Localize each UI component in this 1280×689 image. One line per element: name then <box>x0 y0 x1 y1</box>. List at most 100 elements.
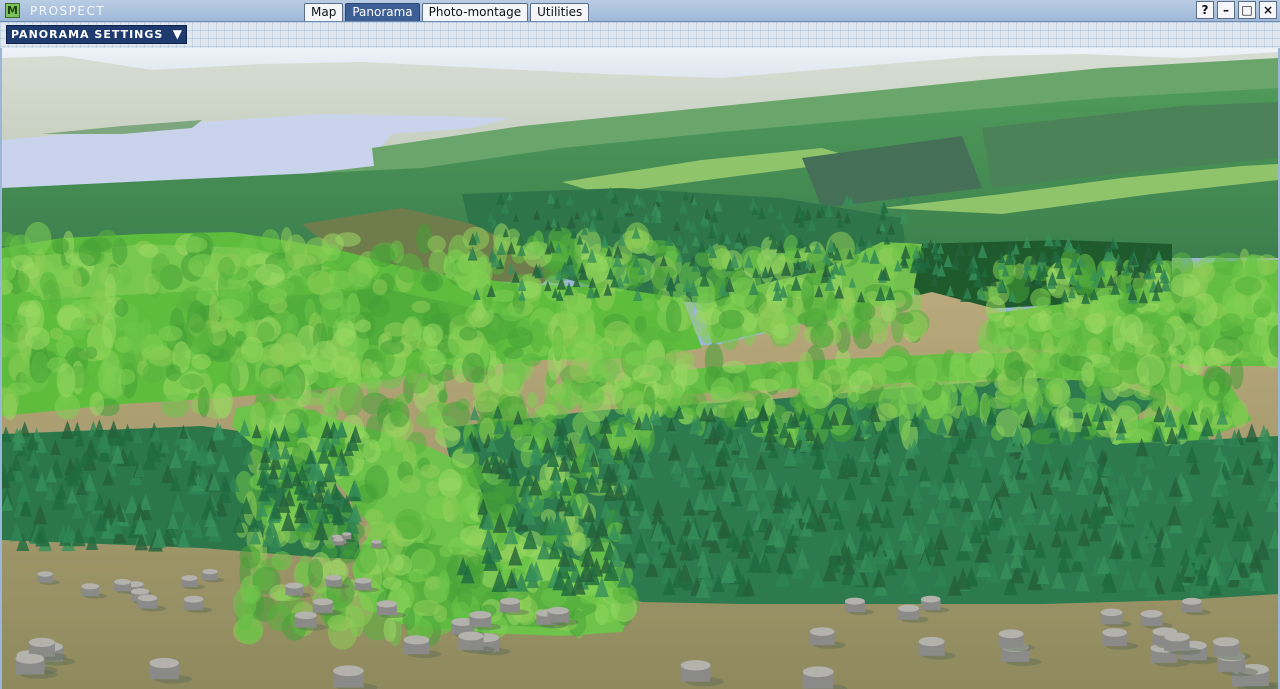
broadleaf-canopy <box>632 364 662 385</box>
broadleaf-canopy <box>1084 313 1107 334</box>
broadleaf-canopy <box>78 239 102 266</box>
broadleaf-canopy <box>441 401 471 429</box>
broadleaf-canopy <box>158 325 183 342</box>
broadleaf-canopy <box>357 375 382 390</box>
broadleaf-canopy <box>665 300 682 333</box>
broadleaf-canopy <box>1032 351 1056 374</box>
broadleaf-canopy <box>160 394 190 418</box>
broadleaf-canopy <box>848 370 873 394</box>
broadleaf-canopy <box>1059 354 1072 367</box>
broadleaf-canopy <box>552 330 564 357</box>
broadleaf-canopy <box>842 286 855 310</box>
panorama-viewport[interactable] <box>2 48 1278 689</box>
broadleaf-canopy <box>215 298 244 319</box>
broadleaf-canopy <box>526 391 538 409</box>
tab-map[interactable]: Map <box>304 3 344 21</box>
broadleaf-canopy <box>339 382 364 417</box>
broadleaf-canopy <box>405 359 431 394</box>
broadleaf-canopy <box>426 480 440 497</box>
panorama-scene <box>2 48 1278 689</box>
broadleaf-canopy <box>624 350 652 367</box>
tab-utilities[interactable]: Utilities <box>530 3 590 21</box>
broadleaf-canopy <box>962 360 984 383</box>
broadleaf-canopy <box>411 300 431 313</box>
broadleaf-canopy <box>1190 345 1205 376</box>
broadleaf-canopy <box>393 555 404 571</box>
broadleaf-canopy <box>365 509 384 525</box>
broadleaf-canopy <box>1177 297 1205 315</box>
broadleaf-canopy <box>126 334 149 351</box>
broadleaf-canopy <box>410 548 436 575</box>
broadleaf-canopy <box>438 569 450 600</box>
broadleaf-canopy <box>284 413 300 434</box>
broadleaf-canopy <box>435 418 446 441</box>
broadleaf-canopy <box>319 243 341 262</box>
broadleaf-canopy <box>1136 353 1165 387</box>
title-bar: M PROSPECT Map Panorama Photo-montage Ut… <box>0 0 1280 22</box>
broadleaf-canopy <box>383 617 397 643</box>
broadleaf-canopy <box>772 371 793 393</box>
broadleaf-canopy <box>1188 388 1207 401</box>
broadleaf-canopy <box>468 309 490 328</box>
broadleaf-canopy <box>7 382 31 396</box>
broadleaf-canopy <box>439 545 453 558</box>
broadleaf-canopy <box>797 351 814 388</box>
broadleaf-canopy <box>459 327 478 341</box>
broadleaf-canopy <box>442 493 459 523</box>
broadleaf-canopy <box>1204 347 1224 368</box>
broadleaf-canopy <box>89 391 105 416</box>
broadleaf-canopy <box>25 326 50 350</box>
broadleaf-canopy <box>54 393 80 420</box>
broadleaf-canopy <box>391 397 405 420</box>
broadleaf-canopy <box>801 275 815 311</box>
broadleaf-canopy <box>1249 328 1272 358</box>
close-button[interactable]: × <box>1259 1 1277 19</box>
broadleaf-canopy <box>327 614 352 632</box>
broadleaf-canopy <box>376 345 395 374</box>
broadleaf-canopy <box>1223 392 1238 414</box>
broadleaf-canopy <box>1234 276 1262 296</box>
broadleaf-canopy <box>1112 315 1126 352</box>
broadleaf-canopy <box>521 353 542 367</box>
broadleaf-canopy <box>335 232 361 247</box>
broadleaf-canopy <box>573 332 604 348</box>
broadleaf-canopy <box>880 300 897 322</box>
broadleaf-canopy <box>165 364 182 382</box>
broadleaf-canopy <box>1256 254 1278 275</box>
minimize-button[interactable]: – <box>1217 1 1235 19</box>
broadleaf-canopy <box>437 389 448 403</box>
broadleaf-canopy <box>198 386 210 418</box>
broadleaf-canopy <box>372 279 388 296</box>
broadleaf-canopy <box>423 274 440 292</box>
broadleaf-canopy <box>387 528 404 557</box>
broadleaf-canopy <box>102 312 117 348</box>
panorama-settings-dropdown[interactable]: PANORAMA SETTINGS ▼ <box>6 25 187 44</box>
broadleaf-canopy <box>471 366 486 384</box>
tab-panorama[interactable]: Panorama <box>345 3 420 21</box>
broadleaf-canopy <box>652 269 664 300</box>
broadleaf-canopy <box>1005 275 1030 304</box>
broadleaf-canopy <box>1097 367 1121 388</box>
broadleaf-canopy <box>810 323 834 349</box>
broadleaf-canopy <box>18 305 41 318</box>
broadleaf-canopy <box>413 599 441 617</box>
broadleaf-canopy <box>422 350 447 365</box>
broadleaf-canopy <box>1009 306 1029 327</box>
window-controls: ? – □ × <box>1196 1 1280 19</box>
help-button[interactable]: ? <box>1196 1 1214 19</box>
broadleaf-canopy <box>71 269 82 296</box>
maximize-button[interactable]: □ <box>1238 1 1256 19</box>
view-tabs: Map Panorama Photo-montage Utilities <box>304 3 590 22</box>
app-title: PROSPECT <box>30 4 106 18</box>
broadleaf-canopy <box>642 298 655 312</box>
broadleaf-canopy <box>1208 381 1220 396</box>
broadleaf-canopy <box>151 253 170 283</box>
broadleaf-canopy <box>368 295 391 318</box>
broadleaf-canopy <box>1049 383 1063 405</box>
app-logo-icon: M <box>5 3 20 18</box>
broadleaf-canopy <box>34 248 46 271</box>
broadleaf-canopy <box>915 356 937 391</box>
tab-photo-montage[interactable]: Photo-montage <box>421 3 529 21</box>
broadleaf-canopy <box>361 358 374 378</box>
broadleaf-canopy <box>180 373 204 390</box>
